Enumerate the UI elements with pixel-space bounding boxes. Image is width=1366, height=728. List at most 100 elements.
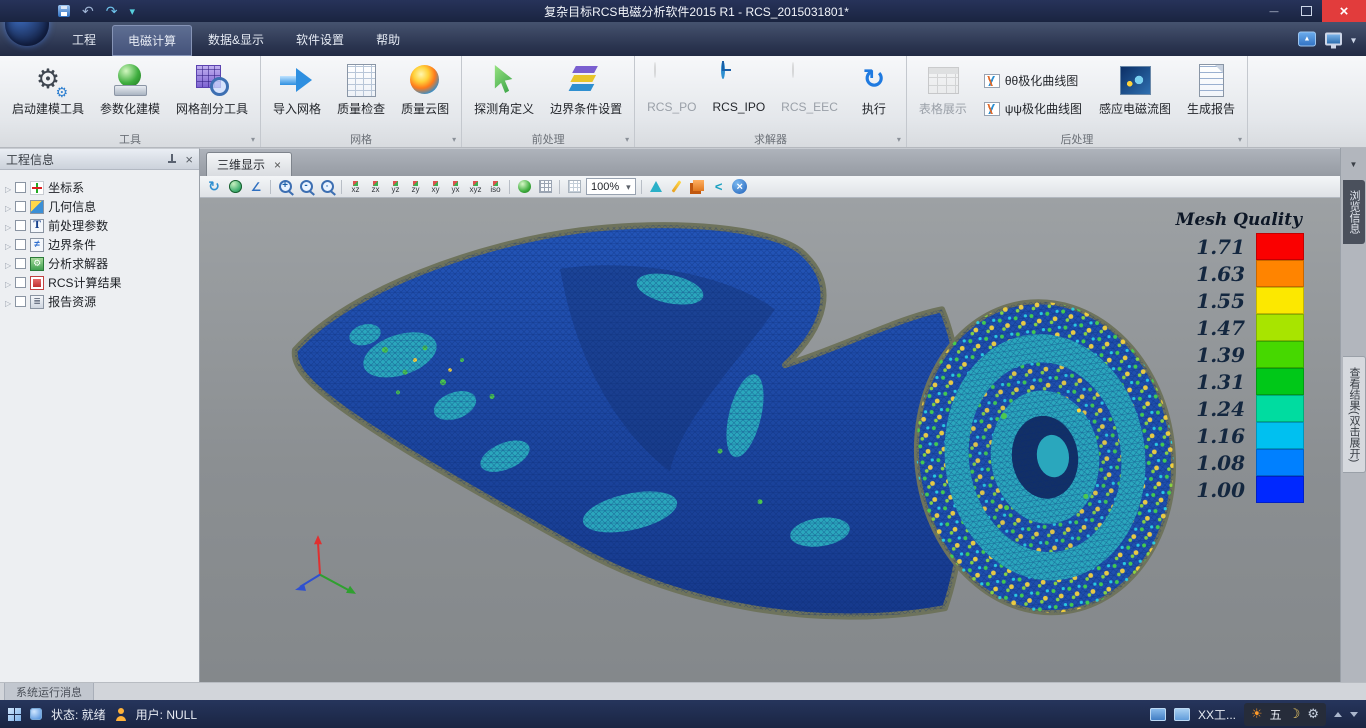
tab-project[interactable]: 工程 xyxy=(56,22,112,56)
display-icon[interactable] xyxy=(1325,33,1342,46)
expander-icon[interactable] xyxy=(5,257,11,271)
expander-icon[interactable] xyxy=(5,219,11,233)
windows-icon[interactable] xyxy=(8,708,21,721)
wireframe-view-icon[interactable] xyxy=(539,180,552,193)
chevron-up-icon[interactable] xyxy=(1334,712,1342,717)
chevron-down-icon[interactable] xyxy=(1350,712,1358,717)
tree-item-analysis-solver[interactable]: 分析求解器 xyxy=(3,254,199,273)
legend-value: 1.39 xyxy=(1193,343,1245,367)
theta-polarization-curve-button[interactable]: θθ极化曲线图 xyxy=(978,69,1088,92)
rotate-view-icon[interactable] xyxy=(229,180,242,193)
save-icon[interactable] xyxy=(58,5,70,17)
coordinate-system-icon xyxy=(30,181,44,195)
report-resources-icon xyxy=(30,295,44,309)
zoom-in-icon[interactable] xyxy=(279,180,292,193)
legend-title: Mesh Quality xyxy=(1176,210,1304,230)
view-xz-button[interactable]: xz xyxy=(347,179,364,195)
group-caret-icon[interactable] xyxy=(452,133,456,145)
panel-close-icon[interactable] xyxy=(185,152,193,167)
viewport-3d[interactable]: Mesh Quality 1.71 1.63 1.55 1.47 1.39 1.… xyxy=(200,198,1340,682)
dock-caret-icon[interactable] xyxy=(1341,156,1366,170)
undo-icon[interactable] xyxy=(82,3,94,20)
viewport-close-icon[interactable] xyxy=(732,179,747,194)
pin-icon[interactable] xyxy=(167,154,177,165)
view-results-vertical-tab[interactable]: 查看结果(双击展开) xyxy=(1343,356,1366,473)
render-mode-icon[interactable] xyxy=(650,181,662,192)
tab-help[interactable]: 帮助 xyxy=(360,22,416,56)
boundary-settings-button[interactable]: 边界条件设置 xyxy=(543,59,629,130)
checkbox[interactable] xyxy=(15,201,26,212)
view-xy-button[interactable]: xy xyxy=(427,179,444,195)
menu-caret-icon[interactable] xyxy=(1351,32,1356,46)
induced-current-map-button[interactable]: 感应电磁流图 xyxy=(1092,59,1178,130)
redo-icon[interactable] xyxy=(106,3,118,20)
shaded-view-icon[interactable] xyxy=(518,180,531,193)
ribbon-collapse-icon[interactable] xyxy=(1298,32,1316,47)
measure-pen-icon[interactable] xyxy=(672,180,682,192)
grid-toggle-icon[interactable] xyxy=(568,180,581,193)
close-button[interactable] xyxy=(1322,0,1366,22)
taskbar-window-icon[interactable] xyxy=(1150,708,1166,721)
checkbox[interactable] xyxy=(15,220,26,231)
group-caret-icon[interactable] xyxy=(1238,133,1242,145)
expander-icon[interactable] xyxy=(5,295,11,309)
maximize-button[interactable] xyxy=(1290,0,1322,22)
tree-item-coordinate-system[interactable]: 坐标系 xyxy=(3,178,199,197)
launch-modeling-tool-button[interactable]: 启动建模工具 xyxy=(5,59,91,130)
axes-icon[interactable] xyxy=(247,178,265,196)
quality-check-button[interactable]: 质量检查 xyxy=(330,59,392,130)
ribbon-group-solver: RCS_PO RCS_IPO RCS_EEC 执行 求解器 xyxy=(635,56,907,147)
tree-item-rcs-results[interactable]: RCS计算结果 xyxy=(3,273,199,292)
checkbox[interactable] xyxy=(15,182,26,193)
group-caret-icon[interactable] xyxy=(251,133,255,145)
import-mesh-button[interactable]: 导入网格 xyxy=(266,59,328,130)
moon-icon[interactable] xyxy=(1289,706,1301,722)
checkbox[interactable] xyxy=(15,277,26,288)
expander-icon[interactable] xyxy=(5,200,11,214)
tab-close-icon[interactable] xyxy=(274,158,281,172)
minimize-button[interactable] xyxy=(1258,0,1290,22)
tab-data-display[interactable]: 数据&显示 xyxy=(192,22,280,56)
mesh-partition-tool-button[interactable]: 网格剖分工具 xyxy=(169,59,255,130)
settings-gear-icon[interactable] xyxy=(1307,706,1319,722)
tree-item-geometry-info[interactable]: 几何信息 xyxy=(3,197,199,216)
quality-cloud-button[interactable]: 质量云图 xyxy=(394,59,456,130)
orbit-icon[interactable] xyxy=(205,178,223,196)
browse-info-vertical-tab[interactable]: 浏览信息 xyxy=(1343,180,1365,244)
layers-icon[interactable] xyxy=(693,180,704,191)
sun-weather-icon[interactable] xyxy=(1251,706,1263,722)
group-caret-icon[interactable] xyxy=(625,133,629,145)
view-yx-button[interactable]: yx xyxy=(447,179,464,195)
group-label-tools: 工具 xyxy=(119,131,141,147)
expander-icon[interactable] xyxy=(5,181,11,195)
psi-polarization-curve-button[interactable]: ψψ极化曲线图 xyxy=(978,97,1088,120)
ime-label[interactable]: XX工... xyxy=(1198,706,1236,723)
zoom-window-icon[interactable] xyxy=(321,180,334,193)
checkbox[interactable] xyxy=(15,296,26,307)
checkbox[interactable] xyxy=(15,239,26,250)
probe-angle-button[interactable]: 探测角定义 xyxy=(467,59,541,130)
parametric-modeling-button[interactable]: 参数化建模 xyxy=(93,59,167,130)
view-iso-button[interactable]: iso xyxy=(487,179,504,195)
view-xyz-button[interactable]: xyz xyxy=(467,179,484,195)
zoom-out-icon[interactable] xyxy=(300,180,313,193)
expander-icon[interactable] xyxy=(5,238,11,252)
tab-3d-display[interactable]: 三维显示 xyxy=(206,152,292,176)
tab-settings[interactable]: 软件设置 xyxy=(280,22,360,56)
group-caret-icon[interactable] xyxy=(897,133,901,145)
tree-item-preprocess-params[interactable]: 前处理参数 xyxy=(3,216,199,235)
view-yz-button[interactable]: yz xyxy=(387,179,404,195)
execute-button[interactable]: 执行 xyxy=(847,59,901,130)
rcs-ipo-button[interactable]: RCS_IPO xyxy=(705,59,772,130)
checkbox[interactable] xyxy=(15,258,26,269)
generate-report-button[interactable]: 生成报告 xyxy=(1180,59,1242,130)
taskbar-window-icon[interactable] xyxy=(1174,708,1190,721)
expander-icon[interactable] xyxy=(5,276,11,290)
zoom-level-select[interactable]: 100% xyxy=(586,178,636,195)
view-zx-button[interactable]: zx xyxy=(367,179,384,195)
tree-item-boundary-conditions[interactable]: 边界条件 xyxy=(3,235,199,254)
export-view-icon[interactable] xyxy=(710,178,728,196)
view-zy-button[interactable]: zy xyxy=(407,179,424,195)
tree-item-report-resources[interactable]: 报告资源 xyxy=(3,292,199,311)
tab-em-compute[interactable]: 电磁计算 xyxy=(112,25,192,56)
